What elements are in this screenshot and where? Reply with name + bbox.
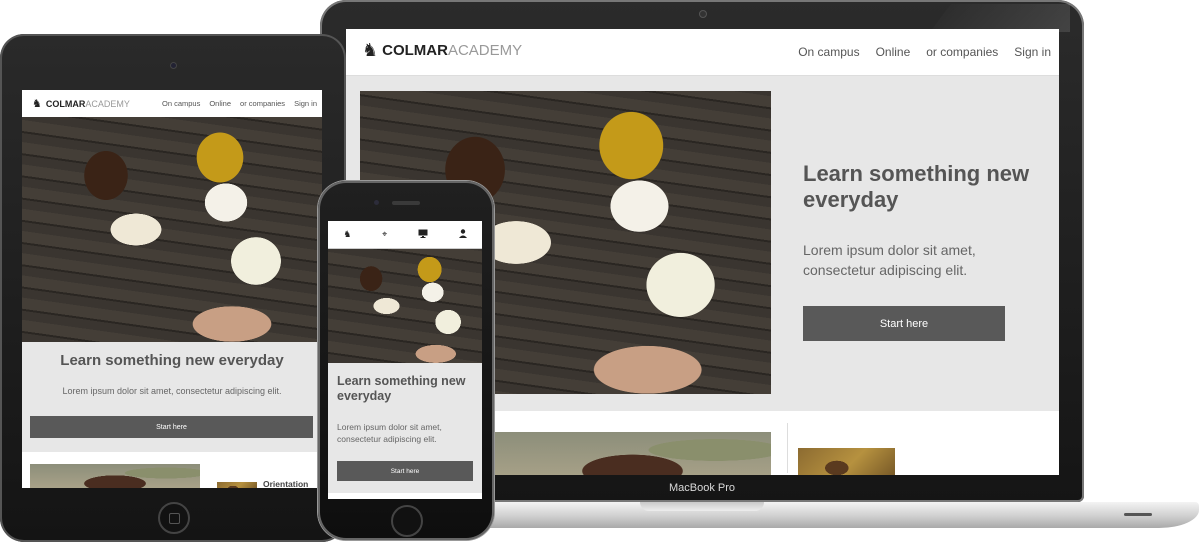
phone-tab-bar: ♞ ⌖	[328, 221, 482, 249]
nav-link-sign-in[interactable]: Sign in	[1014, 45, 1051, 59]
brand-strong: COLMAR	[45, 98, 86, 109]
tablet-navbar: ♞ COLMARACADEMY On campus Online or comp…	[22, 90, 322, 118]
nav-link-sign-in[interactable]: Sign in	[294, 99, 317, 108]
phone-hero-text: Lorem ipsum dolor sit amet, consectetur …	[337, 422, 442, 444]
tablet-cards-section: Orientation	[22, 452, 322, 488]
tablet-camera	[170, 62, 177, 69]
tablet-hero-photo	[22, 117, 322, 342]
tablet-nav-links: On campus Online or companies Sign in	[162, 99, 317, 108]
phone-speaker	[392, 201, 420, 205]
lion-rampant-icon: ♞	[362, 40, 379, 60]
user-icon[interactable]	[458, 229, 467, 240]
phone-start-button[interactable]: Start here	[337, 461, 473, 481]
monitor-icon[interactable]	[418, 229, 428, 240]
compass-icon[interactable]: ⌖	[382, 229, 387, 240]
phone-hero-title: Learn something new everyday	[337, 374, 466, 403]
laptop-navbar: ♞ COLMARACADEMY On campus Online or comp…	[346, 29, 1059, 76]
phone-home-button[interactable]	[391, 505, 423, 537]
hero-title: Learn something new everyday	[803, 161, 1030, 212]
nav-link-on-campus[interactable]: On campus	[798, 45, 859, 59]
nav-link-companies[interactable]: or companies	[240, 99, 285, 108]
lion-rampant-icon: ♞	[32, 98, 42, 110]
macbook-foot	[1124, 513, 1152, 516]
hero-start-button[interactable]: Start here	[803, 306, 1005, 341]
tablet-logo[interactable]: ♞ COLMARACADEMY	[32, 97, 130, 110]
tablet-card-photo-autumn	[217, 482, 257, 488]
card-photo-autumn	[798, 448, 895, 475]
macbook-notch	[640, 502, 764, 511]
tablet-screen: ♞ COLMARACADEMY On campus Online or comp…	[22, 90, 322, 488]
card-photo-student	[494, 432, 771, 475]
phone-screen: ♞ ⌖ Learn something new everyday Lorem i…	[328, 221, 482, 499]
laptop-camera	[699, 10, 707, 18]
laptop-nav-links: On campus Online or companies Sign in	[798, 45, 1051, 59]
card-divider	[787, 423, 788, 473]
hero-text: Lorem ipsum dolor sit amet, consectetur …	[803, 242, 976, 278]
brand-strong: COLMAR	[382, 42, 448, 59]
phone-camera	[374, 200, 379, 205]
phone-cards-section	[328, 493, 482, 499]
nav-link-online[interactable]: Online	[209, 99, 231, 108]
lion-rampant-icon[interactable]: ♞	[343, 229, 351, 240]
tablet-card-title: Orientation	[263, 479, 309, 488]
phone-hero-photo	[328, 249, 482, 363]
laptop-logo[interactable]: ♞ COLMARACADEMY	[362, 40, 522, 61]
nav-link-online[interactable]: Online	[876, 45, 911, 59]
tablet-card-photo-student	[30, 464, 200, 488]
nav-link-on-campus[interactable]: On campus	[162, 99, 200, 108]
tablet-hero-text: Lorem ipsum dolor sit amet, consectetur …	[62, 386, 282, 396]
tablet-home-button[interactable]	[158, 502, 190, 534]
tablet-start-button[interactable]: Start here	[30, 416, 313, 438]
brand-light: ACADEMY	[85, 98, 130, 109]
screen-glare	[930, 4, 1070, 32]
tablet-hero-title: Learn something new everyday	[60, 352, 284, 369]
nav-link-companies[interactable]: or companies	[926, 45, 998, 59]
brand-light: ACADEMY	[447, 42, 523, 59]
